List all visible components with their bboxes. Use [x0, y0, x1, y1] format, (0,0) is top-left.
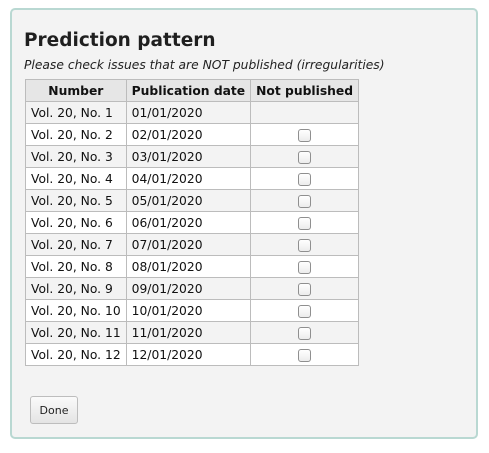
table-row: Vol. 20, No. 3 03/01/2020 [25, 145, 360, 168]
not-published-checkbox[interactable] [298, 326, 312, 340]
issue-number-cell: Vol. 20, No. 7 [25, 233, 127, 256]
table-row: Vol. 20, No. 2 02/01/2020 [25, 123, 360, 146]
publication-date-cell: 09/01/2020 [125, 277, 252, 300]
publication-date-cell: 10/01/2020 [125, 299, 252, 322]
table-row: Vol. 20, No. 9 09/01/2020 [25, 277, 360, 300]
publication-date-cell: 04/01/2020 [125, 167, 252, 190]
not-published-checkbox[interactable] [298, 348, 312, 362]
not-published-cell [250, 167, 360, 190]
table-row: Vol. 20, No. 11 11/01/2020 [25, 321, 360, 344]
table-row: Vol. 20, No. 12 12/01/2020 [25, 343, 360, 366]
table-row: Vol. 20, No. 8 08/01/2020 [25, 255, 360, 278]
issue-number-cell: Vol. 20, No. 10 [25, 299, 127, 322]
table-row: Vol. 20, No. 7 07/01/2020 [25, 233, 360, 256]
publication-date-cell: 02/01/2020 [125, 123, 252, 146]
publication-date-cell: 08/01/2020 [125, 255, 252, 278]
table-row: Vol. 20, No. 6 06/01/2020 [25, 211, 360, 234]
table-row: Vol. 20, No. 4 04/01/2020 [25, 167, 360, 190]
done-button[interactable]: Done [30, 396, 78, 424]
issue-number-cell: Vol. 20, No. 12 [25, 343, 127, 366]
issue-number-cell: Vol. 20, No. 5 [25, 189, 127, 212]
issue-number-cell: Vol. 20, No. 6 [25, 211, 127, 234]
not-published-checkbox[interactable] [298, 238, 312, 252]
prediction-table: Number Publication date Not published Vo… [25, 79, 360, 366]
not-published-checkbox[interactable] [298, 216, 312, 230]
issue-number-cell: Vol. 20, No. 2 [25, 123, 127, 146]
issue-number-cell: Vol. 20, No. 9 [25, 277, 127, 300]
publication-date-cell: 05/01/2020 [125, 189, 252, 212]
page-title: Prediction pattern [24, 30, 216, 51]
prediction-pattern-panel: Prediction pattern Please check issues t… [10, 8, 478, 439]
table-row: Vol. 20, No. 1 01/01/2020 [25, 101, 360, 124]
issue-number-cell: Vol. 20, No. 1 [25, 101, 127, 124]
not-published-cell [250, 277, 360, 300]
issue-number-cell: Vol. 20, No. 3 [25, 145, 127, 168]
not-published-checkbox[interactable] [298, 304, 312, 318]
column-header-publication-date: Publication date [125, 79, 252, 102]
not-published-cell [250, 299, 360, 322]
not-published-cell [250, 255, 360, 278]
publication-date-cell: 06/01/2020 [125, 211, 252, 234]
not-published-checkbox[interactable] [298, 194, 312, 208]
not-published-checkbox[interactable] [298, 150, 312, 164]
not-published-cell [250, 123, 360, 146]
issue-number-cell: Vol. 20, No. 11 [25, 321, 127, 344]
table-row: Vol. 20, No. 10 10/01/2020 [25, 299, 360, 322]
instructions-text: Please check issues that are NOT publish… [24, 58, 385, 72]
table-header-row: Number Publication date Not published [25, 79, 360, 102]
not-published-cell [250, 101, 360, 124]
not-published-cell [250, 211, 360, 234]
issue-number-cell: Vol. 20, No. 8 [25, 255, 127, 278]
not-published-cell [250, 233, 360, 256]
issue-number-cell: Vol. 20, No. 4 [25, 167, 127, 190]
publication-date-cell: 01/01/2020 [125, 101, 252, 124]
table-row: Vol. 20, No. 5 05/01/2020 [25, 189, 360, 212]
publication-date-cell: 11/01/2020 [125, 321, 252, 344]
not-published-cell [250, 321, 360, 344]
not-published-cell [250, 343, 360, 366]
not-published-checkbox[interactable] [298, 282, 312, 296]
not-published-checkbox[interactable] [298, 260, 312, 274]
not-published-cell [250, 189, 360, 212]
column-header-number: Number [25, 79, 127, 102]
not-published-checkbox[interactable] [298, 128, 312, 142]
publication-date-cell: 07/01/2020 [125, 233, 252, 256]
not-published-checkbox[interactable] [298, 172, 312, 186]
publication-date-cell: 03/01/2020 [125, 145, 252, 168]
publication-date-cell: 12/01/2020 [125, 343, 252, 366]
column-header-not-published: Not published [250, 79, 360, 102]
not-published-cell [250, 145, 360, 168]
